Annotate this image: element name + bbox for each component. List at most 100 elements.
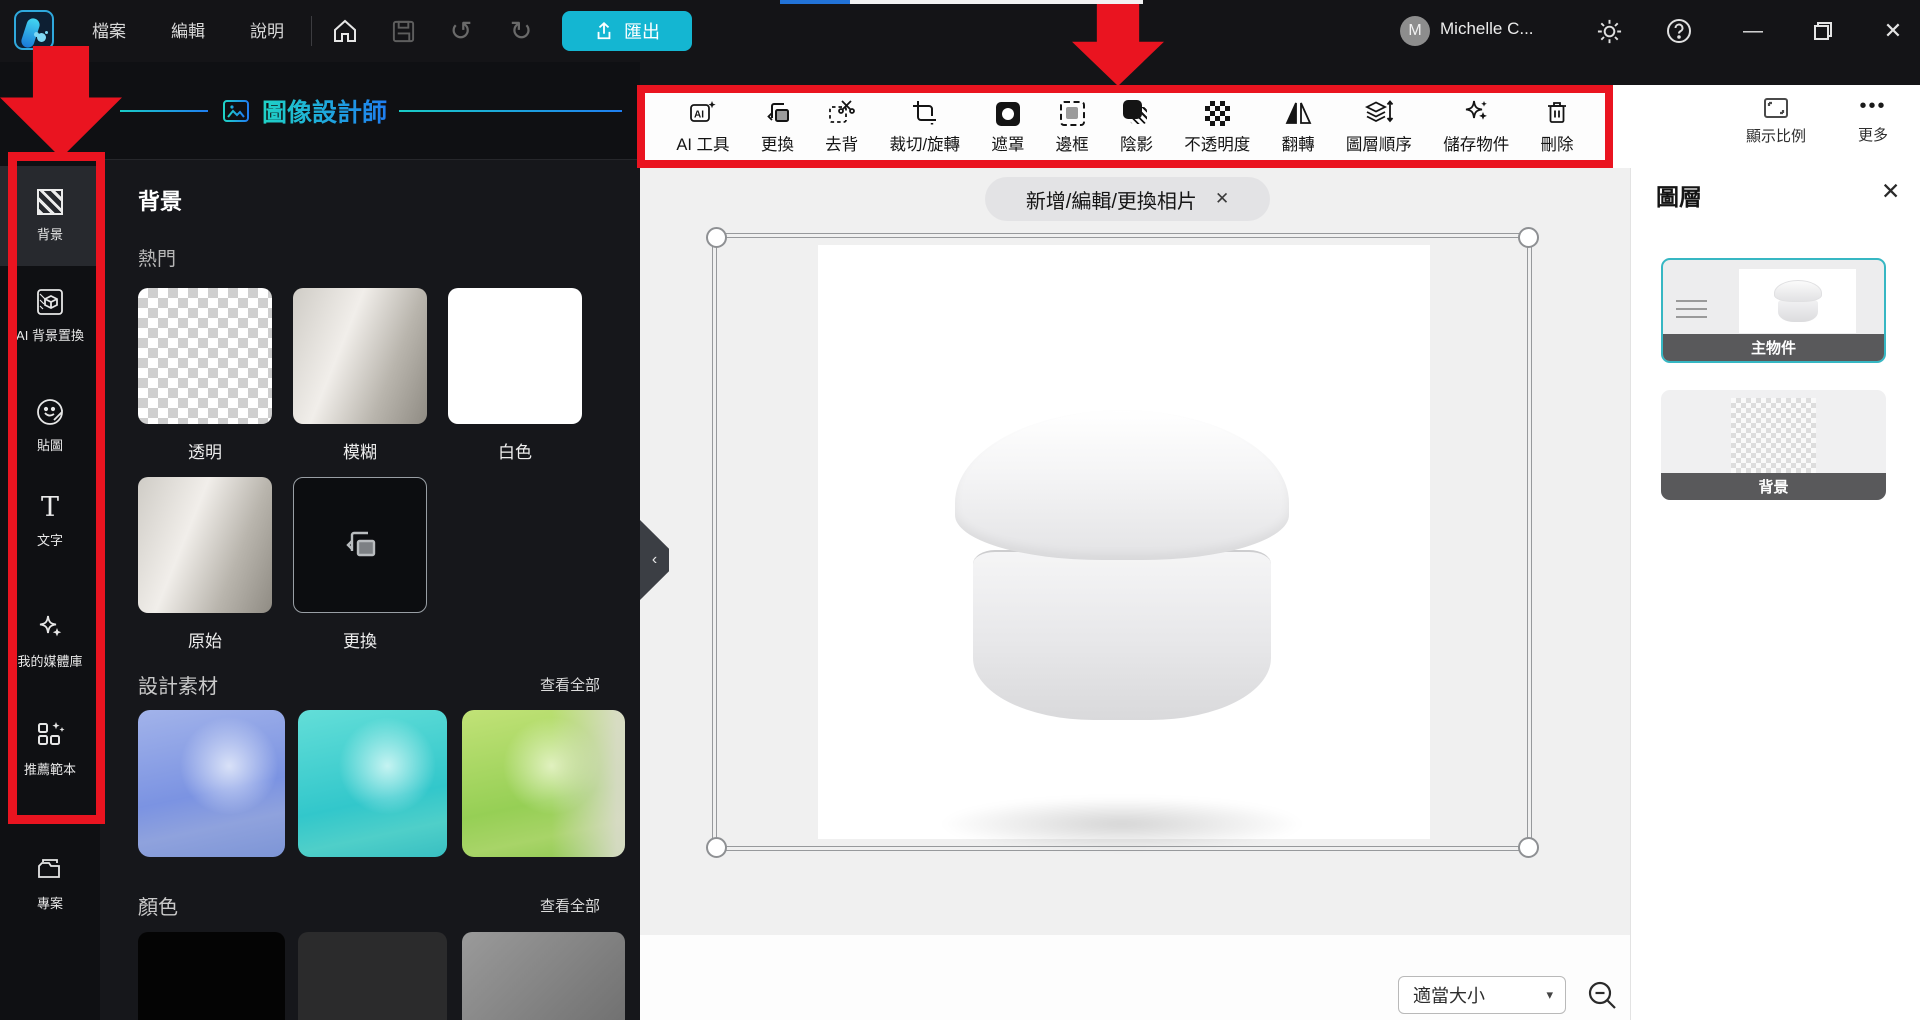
drag-handle-icon[interactable] <box>1676 294 1707 324</box>
layers-close-icon[interactable]: ✕ <box>1881 178 1900 205</box>
settings-gear-icon[interactable] <box>1594 16 1624 46</box>
tool-layer-order[interactable]: 圖層順序 <box>1346 99 1412 155</box>
edit-photo-pill[interactable]: 新增/編輯/更換相片 ✕ <box>985 177 1270 221</box>
selection-handle-nw[interactable] <box>706 227 727 248</box>
selection-handle-ne[interactable] <box>1518 227 1539 248</box>
layer-thumbnail <box>1739 269 1856 333</box>
help-icon[interactable] <box>1664 16 1694 46</box>
bg-option-original[interactable] <box>138 477 272 613</box>
rail-label: 文字 <box>36 533 63 548</box>
color-swatch-darkgray[interactable] <box>298 932 447 1020</box>
tool-label: 更換 <box>760 135 794 154</box>
selection-handle-se[interactable] <box>1518 837 1539 858</box>
tool-delete[interactable]: 刪除 <box>1541 99 1574 155</box>
material-tile-blue[interactable] <box>138 710 285 857</box>
more-dots-icon: ••• <box>1859 95 1887 117</box>
close-glyph: ✕ <box>1883 18 1903 43</box>
bg-option-white[interactable] <box>448 288 582 424</box>
tool-replace[interactable]: 更換 <box>761 99 794 155</box>
rail-item-projects[interactable]: 專案 <box>0 854 100 912</box>
sparkle-icon <box>39 615 62 637</box>
layer-item-main-object[interactable]: 主物件 <box>1661 258 1886 363</box>
redo-icon[interactable]: ↻ <box>506 16 536 46</box>
material-tile-teal[interactable] <box>298 710 447 857</box>
tool-mask[interactable]: 遮罩 <box>991 99 1024 155</box>
rail-item-ai-bg-replace[interactable]: AI 背景置換 <box>0 288 100 344</box>
undo-glyph: ↺ <box>449 15 473 46</box>
window-minimize-button[interactable]: — <box>1738 16 1768 46</box>
more-label: 更多 <box>1858 127 1889 144</box>
titlebar-divider <box>311 16 312 46</box>
templates-grid-icon <box>38 722 65 745</box>
tool-shadow[interactable]: 陰影 <box>1120 99 1153 155</box>
panel-collapse-tab[interactable]: ‹ <box>640 520 669 600</box>
hot-section-label: 熱門 <box>138 249 177 270</box>
colors-section-label: 顏色 <box>138 897 178 919</box>
bg-option-replace[interactable] <box>293 477 427 613</box>
crop-icon <box>911 99 938 126</box>
rail-item-stickers[interactable]: 貼圖 <box>0 398 100 454</box>
tool-label: 翻轉 <box>1281 135 1315 154</box>
window-restore-button[interactable] <box>1808 16 1838 46</box>
home-icon[interactable] <box>330 16 360 46</box>
logo-dots-icon <box>37 33 46 42</box>
zoom-fit-select[interactable]: 適當大小 ▾ <box>1398 976 1566 1014</box>
tool-label: 裁切/旋轉 <box>889 135 961 154</box>
sticker-smiley-icon <box>37 399 63 425</box>
tool-ai-tools[interactable]: AI AI 工具 <box>676 99 730 155</box>
tool-border[interactable]: 邊框 <box>1056 99 1089 155</box>
layer-order-icon <box>1364 99 1394 126</box>
materials-see-all-link[interactable]: 查看全部 <box>540 674 600 695</box>
trash-icon <box>1544 99 1570 126</box>
display-ratio-button[interactable]: 顯示比例 <box>1746 97 1806 146</box>
colors-see-all-link[interactable]: 查看全部 <box>540 895 600 916</box>
caret-down-icon: ▾ <box>1546 987 1553 1002</box>
layer-name: 背景 <box>1661 473 1886 500</box>
selection-box[interactable] <box>712 233 1532 851</box>
color-swatch-black[interactable] <box>138 932 285 1020</box>
export-button[interactable]: 匯出 <box>562 11 692 51</box>
menu-file[interactable]: 檔案 <box>92 20 126 44</box>
collapse-chevron-icon: ‹ <box>651 551 658 568</box>
color-swatch-gradient[interactable] <box>462 932 625 1020</box>
avatar[interactable]: M <box>1400 16 1430 46</box>
layers-title: 圖層 <box>1656 184 1702 210</box>
tool-save-object[interactable]: 儲存物件 <box>1443 99 1509 155</box>
tool-crop-rotate[interactable]: 裁切/旋轉 <box>889 99 960 155</box>
layer-item-background[interactable]: 背景 <box>1661 390 1886 500</box>
material-tile-green[interactable] <box>462 710 625 857</box>
tool-flip[interactable]: 翻轉 <box>1282 99 1315 155</box>
rail-item-background[interactable]: 背景 <box>0 166 100 266</box>
selection-handle-sw[interactable] <box>706 837 727 858</box>
flip-icon <box>1285 99 1312 126</box>
zoom-fit-value: 適當大小 <box>1413 986 1485 1006</box>
save-icon[interactable] <box>388 16 418 46</box>
rail-label: 背景 <box>36 227 63 242</box>
bg-option-blur[interactable] <box>293 288 427 424</box>
more-button[interactable]: ••• 更多 <box>1858 95 1888 145</box>
zoom-out-icon <box>1588 981 1616 1009</box>
tool-opacity[interactable]: 不透明度 <box>1184 99 1250 155</box>
tool-label: 刪除 <box>1540 135 1574 154</box>
rail-item-my-media[interactable]: 我的媒體庫 <box>0 612 100 670</box>
window-close-button[interactable]: ✕ <box>1878 16 1908 46</box>
menu-help[interactable]: 說明 <box>250 20 284 44</box>
app-logo[interactable] <box>14 10 54 50</box>
rail-item-templates[interactable]: 推薦範本 <box>0 718 100 778</box>
username[interactable]: Michelle C... <box>1440 19 1534 39</box>
title-line-left <box>120 109 208 112</box>
layer-name: 主物件 <box>1663 334 1884 361</box>
tool-remove-bg[interactable]: 去背 <box>825 99 858 155</box>
zoom-out-button[interactable] <box>1586 979 1620 1018</box>
tool-label: 不透明度 <box>1184 135 1251 154</box>
undo-icon[interactable]: ↺ <box>446 16 476 46</box>
pill-close-icon[interactable]: ✕ <box>1215 189 1229 209</box>
object-toolbar: AI AI 工具 更換 去背 裁切/旋轉 遮罩 邊框 陰影 不透明度 翻轉 圖層… <box>637 85 1613 168</box>
bg-option-transparent[interactable] <box>138 288 272 424</box>
projects-folder-icon <box>38 859 60 878</box>
rail-item-text[interactable]: T 文字 <box>0 494 100 549</box>
menu-edit[interactable]: 編輯 <box>171 20 205 44</box>
tool-label: 儲存物件 <box>1443 135 1510 154</box>
canvas-area[interactable]: 新增/編輯/更換相片 ✕ ‹ <box>640 168 1630 935</box>
top-progress-blue <box>780 0 850 4</box>
